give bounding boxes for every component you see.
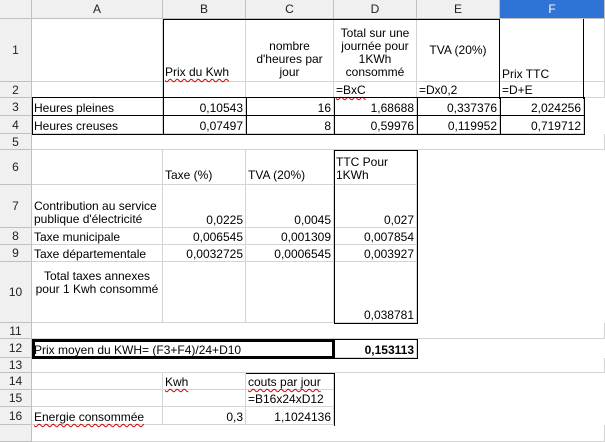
cell-a14[interactable]: [32, 373, 163, 390]
cell-b14[interactable]: Kwh: [163, 373, 246, 390]
row-header-8[interactable]: 8: [0, 228, 32, 245]
cell-e4[interactable]: 0,119952: [417, 116, 500, 134]
row-5-empty[interactable]: [32, 134, 605, 150]
cell-b4[interactable]: 0,07497: [163, 116, 246, 134]
cell-c7[interactable]: 0,0045: [246, 185, 334, 228]
cell-a3[interactable]: Heures pleines: [32, 98, 163, 116]
cell-b8[interactable]: 0,006545: [163, 228, 246, 245]
row-header-14[interactable]: 14: [0, 373, 32, 390]
cell-c3[interactable]: 16: [246, 98, 334, 116]
cell-a12[interactable]: Prix moyen du KWH= (F3+F4)/24+D10: [32, 339, 334, 358]
column-header-d[interactable]: D: [334, 0, 417, 19]
row-17-empty[interactable]: [32, 425, 605, 442]
cell-d6[interactable]: TTC Pour 1KWh: [334, 150, 417, 185]
row-header-1[interactable]: 1: [0, 19, 32, 82]
column-header-a[interactable]: A: [32, 0, 163, 19]
row-header-12[interactable]: 12: [0, 339, 32, 358]
cell-b1[interactable]: Prix du Kwh: [163, 19, 246, 82]
cell-c15[interactable]: =B16x24xD12: [246, 390, 334, 407]
cell-b3[interactable]: 0,10543: [163, 98, 246, 116]
cell-d12[interactable]: 0,153113: [334, 339, 417, 358]
cell-d8[interactable]: 0,007854: [334, 228, 417, 245]
column-header-f[interactable]: F: [500, 0, 605, 19]
row-11-empty[interactable]: [32, 323, 605, 339]
cell-b6[interactable]: Taxe (%): [163, 150, 246, 185]
column-header-e[interactable]: E: [417, 0, 500, 19]
cell-b10[interactable]: [163, 262, 246, 323]
cell-c10[interactable]: [246, 262, 334, 323]
row-header-16[interactable]: 16: [0, 407, 32, 425]
cell-a9[interactable]: Taxe départementale: [32, 245, 163, 262]
row-13-empty[interactable]: [32, 358, 605, 373]
row-header-5[interactable]: 5: [0, 134, 32, 150]
cell-a2[interactable]: [32, 82, 163, 98]
row-header-15[interactable]: 15: [0, 390, 32, 407]
column-header-b[interactable]: B: [163, 0, 246, 19]
row-header-13[interactable]: 13: [0, 358, 32, 373]
cell-a7[interactable]: Contribution au service publique d'élect…: [32, 185, 163, 228]
cell-f1[interactable]: Prix TTC: [500, 19, 605, 82]
cell-b2[interactable]: [163, 82, 246, 98]
cell-c1[interactable]: nombre d'heures par jour: [246, 19, 334, 82]
cell-d7[interactable]: 0,027: [334, 185, 417, 228]
cell-e2[interactable]: =Dx0,2: [417, 82, 500, 98]
cell-a15[interactable]: [32, 390, 163, 407]
column-header-c[interactable]: C: [246, 0, 334, 19]
row-header-17[interactable]: [0, 425, 32, 442]
row-header-6[interactable]: 6: [0, 150, 32, 185]
cell-c6[interactable]: TVA (20%): [246, 150, 334, 185]
row-header-7[interactable]: 7: [0, 185, 32, 228]
cell-d4[interactable]: 0,59976: [334, 116, 417, 134]
cell-c8[interactable]: 0,001309: [246, 228, 334, 245]
cell-b7[interactable]: 0,0225: [163, 185, 246, 228]
row-header-9[interactable]: 9: [0, 245, 32, 262]
cell-a6[interactable]: [32, 150, 163, 185]
row-header-11[interactable]: 11: [0, 323, 32, 339]
row-header-4[interactable]: 4: [0, 116, 32, 134]
cell-a16[interactable]: Energie consommée: [32, 407, 163, 425]
cell-c14[interactable]: couts par jour: [246, 373, 334, 390]
cell-b16[interactable]: 0,3: [163, 407, 246, 425]
cell-c9[interactable]: 0,0006545: [246, 245, 334, 262]
cell-d10[interactable]: 0,038781: [334, 262, 417, 323]
cell-c4[interactable]: 8: [246, 116, 334, 134]
cell-d1[interactable]: Total sur une journée pour 1KWh consommé: [334, 19, 417, 82]
cell-a10[interactable]: Total taxes annexes pour 1 Kwh consommé: [32, 262, 163, 323]
cell-c16[interactable]: 1,1024136: [246, 407, 334, 425]
cell-b9[interactable]: 0,0032725: [163, 245, 246, 262]
cell-e3[interactable]: 0,337376: [417, 98, 500, 116]
cell-a8[interactable]: Taxe municipale: [32, 228, 163, 245]
cell-a1[interactable]: [32, 19, 163, 82]
row-header-2[interactable]: 2: [0, 82, 32, 98]
cell-c2[interactable]: [246, 82, 334, 98]
row-header-3[interactable]: 3: [0, 98, 32, 116]
cell-f4[interactable]: 0,719712: [500, 116, 584, 134]
cell-d3[interactable]: 1,68688: [334, 98, 417, 116]
cell-e1[interactable]: TVA (20%): [417, 19, 500, 82]
row-header-10[interactable]: 10: [0, 262, 32, 323]
cell-f3[interactable]: 2,024256: [500, 98, 584, 116]
cell-d9[interactable]: 0,003927: [334, 245, 417, 262]
cell-d2[interactable]: =BxC: [334, 82, 417, 98]
cell-b15[interactable]: [163, 390, 246, 407]
select-all-corner[interactable]: [0, 0, 32, 19]
cell-a4[interactable]: Heures creuses: [32, 116, 163, 134]
cell-f2[interactable]: =D+E: [500, 82, 605, 98]
